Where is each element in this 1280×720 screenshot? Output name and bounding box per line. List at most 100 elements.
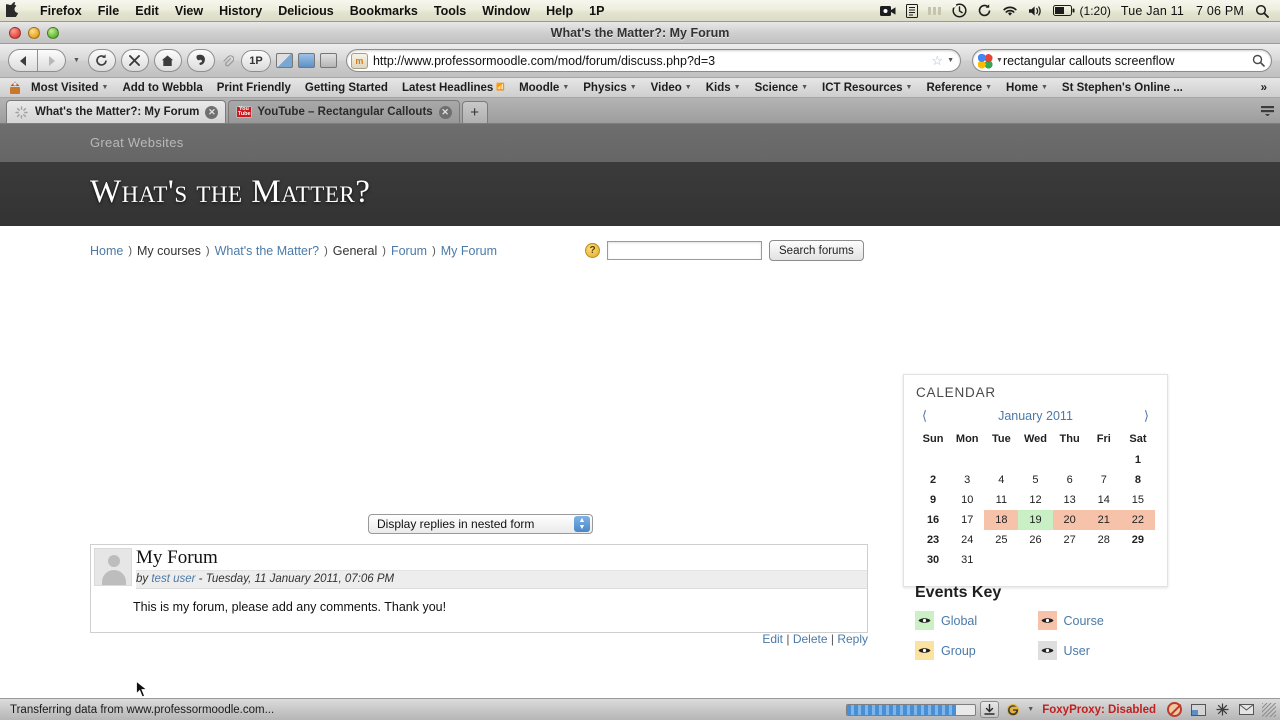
close-tab-icon[interactable]: ✕ [438,105,452,119]
events-key-label[interactable]: Group [941,644,976,658]
apple-menu-icon[interactable] [6,2,32,19]
breadcrumb-home[interactable]: Home [90,244,123,258]
menu-item-firefox[interactable]: Firefox [32,0,90,22]
events-key-label[interactable]: Course [1064,614,1104,628]
calendar-month-label[interactable]: January 2011 [998,409,1073,423]
reply-post-link[interactable]: Reply [837,632,868,646]
delete-post-link[interactable]: Delete [793,632,828,646]
url-text[interactable]: http://www.professormoodle.com/mod/forum… [373,54,927,68]
bookmark-video[interactable]: Video ▼ [644,78,699,97]
toolbar-extension-3-icon[interactable] [319,53,337,68]
spotlight-search-icon[interactable] [1250,4,1274,18]
display-replies-select[interactable]: Display replies in nested form ▲ ▼ [368,514,593,534]
bookmark-add-to-webbla[interactable]: Add to Webbla [115,78,209,97]
calendar-day-21[interactable]: 21 [1086,510,1121,530]
bars-icon[interactable] [923,5,947,17]
home-button[interactable] [153,49,182,72]
new-tab-button[interactable]: + [461,101,488,123]
calendar-day-22[interactable]: 22 [1120,510,1155,530]
menu-item-edit[interactable]: Edit [127,0,167,22]
search-forums-input[interactable] [607,241,762,260]
events-key-label[interactable]: Global [941,614,977,628]
search-icon[interactable] [1252,54,1265,67]
help-question-icon[interactable]: ? [585,243,600,258]
bookmark-science[interactable]: Science ▼ [748,78,815,97]
close-tab-icon[interactable]: ✕ [205,105,219,119]
search-engine-chevron-icon[interactable]: ▼ [996,57,1003,64]
bookmark-home[interactable]: Home ▼ [999,78,1055,97]
breadcrumb-whats-the-matter[interactable]: What's the Matter? [215,244,320,258]
search-bar[interactable]: ▼ rectangular callouts screenflow [972,49,1272,72]
post-author-link[interactable]: test user [151,573,195,585]
wifi-icon[interactable] [997,5,1023,17]
time-machine-icon[interactable] [947,3,972,18]
calendar-next-month-button[interactable]: ⟩ [1144,408,1149,424]
calendar-day-18[interactable]: 18 [984,510,1019,530]
tab-youtube-rectangular-callouts[interactable]: You Tube YouTube – Rectangular Callouts ✕ [228,100,460,123]
menu-item-delicious[interactable]: Delicious [270,0,342,22]
events-key-item-group[interactable]: Group [915,641,1038,660]
calendar-prev-month-button[interactable]: ⟨ [922,408,927,424]
menu-item-file[interactable]: File [90,0,128,22]
forward-button[interactable] [38,49,66,72]
clip-icon[interactable] [220,53,236,69]
menubar-time[interactable]: 7 06 PM [1190,4,1250,18]
calendar-day-20[interactable]: 20 [1052,510,1087,530]
chevron-down-icon[interactable]: ▼ [947,57,954,64]
evernote-elephant-icon[interactable] [186,49,215,72]
bookmarks-home-icon[interactable] [6,81,24,95]
menu-item-help[interactable]: Help [538,0,581,22]
bookmark-kids[interactable]: Kids ▼ [699,78,748,97]
screen-recorder-icon[interactable] [875,5,901,17]
onepassword-button[interactable]: 1P [240,49,271,72]
star-icon[interactable]: ☆ [927,53,947,69]
edit-post-link[interactable]: Edit [762,632,783,646]
stepper-arrows-icon[interactable]: ▲ ▼ [574,516,590,532]
search-forums-button[interactable]: Search forums [769,240,864,261]
split-view-icon[interactable] [1188,701,1208,718]
history-dropdown-icon[interactable]: ▼ [71,57,83,64]
menu-item-1password[interactable]: 1P [581,0,612,22]
search-input[interactable]: rectangular callouts screenflow [1003,54,1252,68]
events-key-label[interactable]: User [1064,644,1090,658]
back-forward-group[interactable] [8,49,66,72]
notes-icon[interactable] [901,3,923,18]
events-key-item-global[interactable]: Global [915,611,1038,630]
tab-list-icon[interactable] [1254,97,1280,123]
snowflake-icon[interactable] [1212,701,1232,718]
bookmark-latest-headlines[interactable]: Latest Headlines 📶 [395,78,512,97]
stop-button[interactable] [120,49,149,72]
tab-whats-the-matter-my-forum[interactable]: What's the Matter?: My Forum ✕ [6,100,227,123]
events-key-item-user[interactable]: User [1037,641,1161,660]
calendar-day-11[interactable]: 11 [984,490,1018,510]
menubar-date[interactable]: Tue Jan 11 [1115,4,1190,18]
reload-button[interactable] [87,49,116,72]
bookmark-reference[interactable]: Reference ▼ [919,78,999,97]
bookmark-ict-resources[interactable]: ICT Resources ▼ [815,78,919,97]
download-arrow-icon[interactable] [980,701,1000,718]
user-avatar-icon[interactable] [94,548,132,586]
calendar-day-19[interactable]: 19 [1018,510,1053,530]
menu-item-bookmarks[interactable]: Bookmarks [342,0,426,22]
resize-grip-icon[interactable] [1262,702,1276,717]
bookmark-moodle[interactable]: Moodle ▼ [512,78,576,97]
bookmarks-overflow-icon[interactable]: » [1254,78,1274,97]
menu-item-view[interactable]: View [167,0,211,22]
url-bar[interactable]: m http://www.professormoodle.com/mod/for… [345,49,961,72]
google-icon[interactable] [977,52,993,69]
sync-icon[interactable] [972,3,997,18]
toolbar-extension-2-icon[interactable] [297,53,315,68]
google-toolbar-icon[interactable] [1003,701,1023,718]
bookmark-most-visited[interactable]: Most Visited ▼ [24,78,115,97]
menu-item-tools[interactable]: Tools [426,0,474,22]
foxyproxy-status[interactable]: FoxyProxy: Disabled [1038,704,1160,716]
bookmark-print-friendly[interactable]: Print Friendly [210,78,298,97]
volume-icon[interactable] [1023,5,1048,17]
menu-item-window[interactable]: Window [474,0,538,22]
toolbar-extension-1-icon[interactable] [275,53,293,68]
breadcrumb-my-forum[interactable]: My Forum [441,244,497,258]
mail-icon[interactable] [1236,701,1256,718]
bookmark-physics[interactable]: Physics ▼ [576,78,643,97]
breadcrumb-forum[interactable]: Forum [391,244,427,258]
menu-item-history[interactable]: History [211,0,270,22]
